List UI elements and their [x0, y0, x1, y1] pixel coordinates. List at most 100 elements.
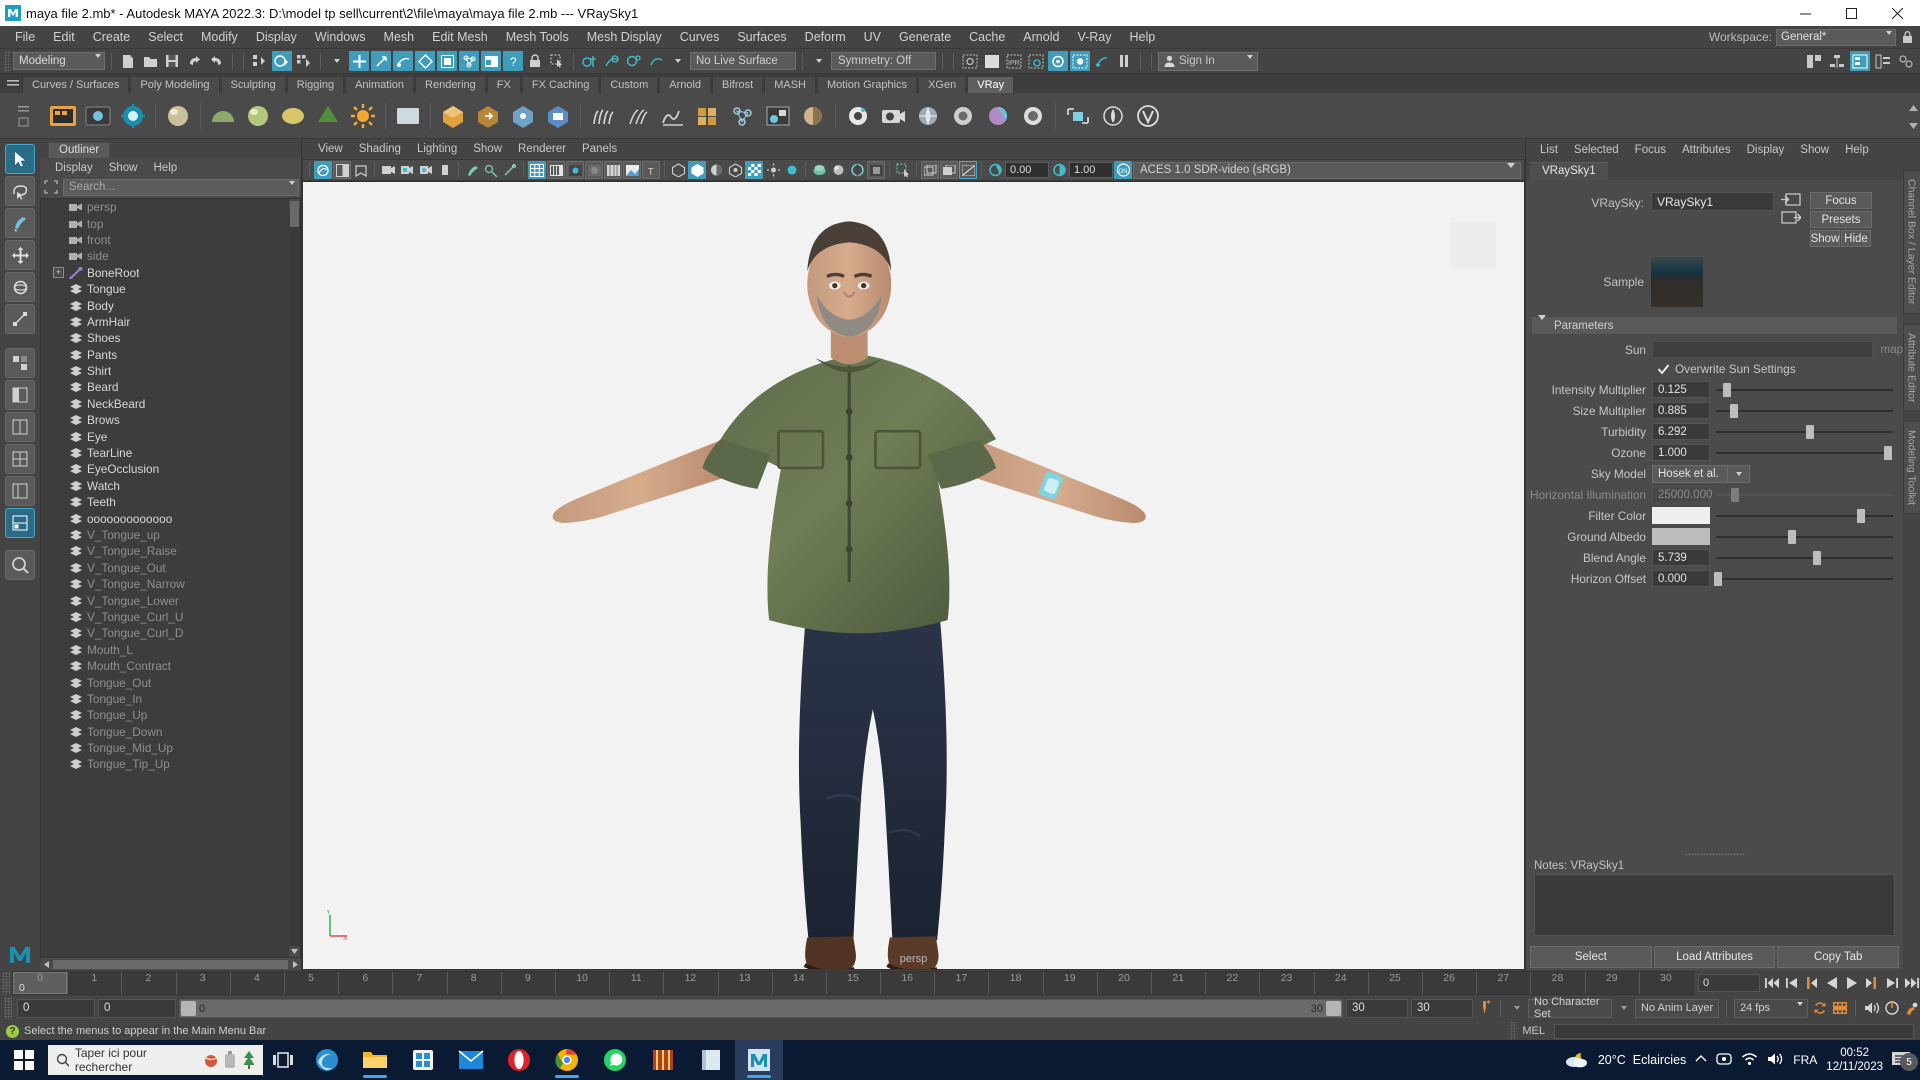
scroll-right-icon[interactable] — [289, 958, 301, 970]
component-mask-arrow[interactable] — [327, 51, 347, 71]
close-button[interactable] — [1874, 0, 1920, 26]
outliner-item-v-tongue-up[interactable]: V_Tongue_up — [41, 527, 300, 543]
render-sequence-button[interactable] — [1026, 51, 1046, 71]
outliner-menu-display[interactable]: Display — [48, 158, 100, 178]
outliner-item-armhair[interactable]: ArmHair — [41, 314, 300, 330]
playback-end-field[interactable]: 30 — [1346, 999, 1408, 1018]
ae-output-connection-icon[interactable] — [1780, 210, 1802, 225]
open-scene-button[interactable] — [140, 51, 160, 71]
presets-button[interactable]: Presets — [1810, 211, 1872, 228]
vray-logo-icon[interactable] — [1132, 100, 1164, 132]
image-plane-icon[interactable] — [436, 161, 454, 179]
grease-pencil-icon[interactable] — [463, 161, 481, 179]
show-button[interactable]: Show — [1810, 230, 1840, 247]
xray-joints-icon[interactable] — [501, 161, 519, 179]
viewport-menu-panels[interactable]: Panels — [574, 140, 625, 159]
show-hidden-icons-button[interactable] — [1695, 1053, 1707, 1067]
hide-button[interactable]: Hide — [1841, 230, 1871, 247]
vray-ies-light-icon[interactable] — [312, 100, 344, 132]
expand-toggle-icon[interactable]: + — [53, 267, 64, 278]
turbidity-input[interactable]: 6.292 — [1652, 423, 1710, 440]
shelf-tab-custom[interactable]: Custom — [600, 76, 658, 93]
sky-model-select[interactable]: Hosek et al. — [1652, 465, 1728, 483]
chevron-down-icon[interactable] — [1728, 465, 1750, 483]
shelf-tab-xgen[interactable]: XGen — [918, 76, 966, 93]
menu-surfaces[interactable]: Surfaces — [728, 26, 795, 49]
turbidity-slider[interactable] — [1716, 423, 1893, 440]
chevron-down-icon[interactable] — [289, 185, 295, 197]
menu-mesh-tools[interactable]: Mesh Tools — [497, 26, 578, 49]
hypergraph-toggle[interactable] — [1827, 51, 1847, 71]
new-scene-button[interactable] — [118, 51, 138, 71]
auto-key-toggle-icon[interactable] — [1883, 999, 1900, 1017]
pause-render-button[interactable] — [1114, 51, 1134, 71]
ae-menu-display[interactable]: Display — [1739, 140, 1793, 160]
lock-camera-icon[interactable] — [398, 161, 416, 179]
outliner-item-teeth[interactable]: Teeth — [41, 494, 300, 510]
shadows-icon[interactable] — [707, 161, 725, 179]
outliner-scroll-thumb[interactable] — [290, 201, 299, 227]
intensity-multiplier-input[interactable]: 0.125 — [1652, 381, 1710, 398]
outliner-item-tongue-up[interactable]: Tongue_Up — [41, 707, 300, 723]
animation-preferences-icon[interactable] — [1811, 999, 1828, 1017]
help-icon[interactable]: ? — [6, 1025, 19, 1038]
ozone-slider[interactable] — [1716, 444, 1893, 461]
outliner-tab[interactable]: Outliner — [48, 142, 110, 158]
vray-hair-icon[interactable] — [622, 100, 654, 132]
move-tool[interactable] — [5, 240, 35, 270]
mask-hull-button[interactable] — [437, 51, 457, 71]
outliner-item-beard[interactable]: Beard — [41, 379, 300, 395]
ozone-input[interactable]: 1.000 — [1652, 444, 1710, 461]
weather-widget[interactable]: 20°C Eclaircies — [1565, 1049, 1686, 1071]
time-slider[interactable]: 0 01234567891011121314151617181920212223… — [12, 971, 1694, 995]
taskbar-app-edge[interactable] — [303, 1040, 351, 1080]
menu-file[interactable]: File — [6, 26, 44, 49]
selection-filter-icon[interactable] — [42, 178, 60, 196]
gpu-override-icon[interactable] — [867, 161, 885, 179]
vray-plane-icon[interactable] — [392, 100, 424, 132]
save-scene-button[interactable] — [162, 51, 182, 71]
four-pane-layout[interactable] — [5, 444, 35, 474]
ae-menu-selected[interactable]: Selected — [1566, 140, 1627, 160]
outliner-hscroll-thumb[interactable] — [53, 960, 288, 969]
playback-start-field[interactable]: 0 — [98, 999, 176, 1018]
shelf-scroll-down-icon[interactable] — [1909, 118, 1918, 132]
wireframe-shading-icon[interactable] — [528, 161, 546, 179]
statusline-grip[interactable] — [4, 51, 11, 71]
exposure-value[interactable]: 0.00 — [1005, 162, 1049, 178]
select-button[interactable]: Select — [1530, 946, 1652, 968]
range-grip[interactable] — [4, 997, 12, 1019]
anim-layer-arrow-icon[interactable] — [1615, 999, 1632, 1017]
viewport-menu-lighting[interactable]: Lighting — [409, 140, 465, 159]
persp-graph-layout[interactable] — [5, 508, 35, 538]
depth-of-field-icon[interactable] — [783, 161, 801, 179]
bookmark-icon[interactable] — [352, 161, 370, 179]
outliner-item-v-tongue-curl-d[interactable]: V_Tongue_Curl_D — [41, 625, 300, 641]
ipr-render-button[interactable]: IPR — [1004, 51, 1024, 71]
mask-misc-button[interactable] — [459, 51, 479, 71]
outliner-item-neckbeard[interactable]: NeckBeard — [41, 396, 300, 412]
color-management-toggle-icon[interactable]: ON — [1114, 161, 1132, 179]
vray-mesh-light-icon[interactable] — [507, 100, 539, 132]
outliner-item-tongue[interactable]: Tongue — [41, 281, 300, 297]
anim-end-field[interactable]: 30 — [1411, 999, 1473, 1018]
ambient-occlusion-icon[interactable] — [726, 161, 744, 179]
mask-vertex-button[interactable] — [349, 51, 369, 71]
shelf-tab-vray[interactable]: VRay — [967, 76, 1014, 93]
character-set-arrow-icon[interactable] — [1508, 999, 1525, 1017]
shelf-tab-rendering[interactable]: Rendering — [415, 76, 486, 93]
shelf-tab-poly-modeling[interactable]: Poly Modeling — [130, 76, 219, 93]
shelf-tab-arnold[interactable]: Arnold — [659, 76, 711, 93]
select-camera-icon[interactable] — [314, 161, 332, 179]
menu-mesh-display[interactable]: Mesh Display — [578, 26, 671, 49]
outliner-item-watch[interactable]: Watch — [41, 478, 300, 494]
vray-physical-camera-icon[interactable] — [877, 100, 909, 132]
xray-display-icon[interactable] — [829, 161, 847, 179]
menu-vray[interactable]: V-Ray — [1068, 26, 1120, 49]
select-by-component-type-button[interactable] — [294, 51, 314, 71]
sun-map-label[interactable]: map — [1881, 344, 1903, 356]
viewport-canvas[interactable]: Y X persp — [302, 181, 1525, 970]
outliner-item-shirt[interactable]: Shirt — [41, 363, 300, 379]
paste-view-icon[interactable] — [940, 161, 958, 179]
outliner-item-persp[interactable]: persp — [41, 199, 300, 215]
